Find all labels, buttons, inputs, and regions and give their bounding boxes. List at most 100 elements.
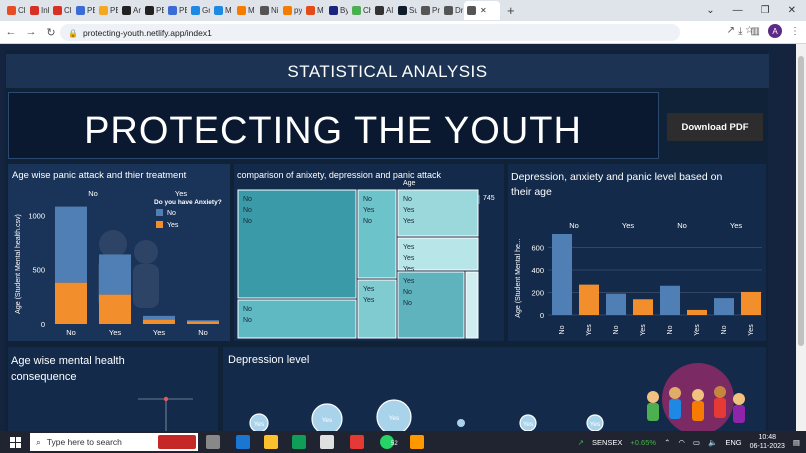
bar-segment-yes[interactable] (55, 282, 87, 324)
search-highlight-icon[interactable] (158, 435, 196, 449)
browser-tab[interactable]: Pr (418, 1, 440, 20)
browser-tab[interactable]: py (280, 1, 302, 20)
bar-segment-no[interactable] (187, 320, 219, 322)
back-icon[interactable]: ← (2, 26, 20, 38)
browser-tab[interactable]: Ni (257, 1, 279, 20)
browser-tab[interactable]: Su (395, 1, 417, 20)
browser-tab[interactable]: M (234, 1, 256, 20)
bar[interactable] (579, 284, 599, 315)
new-tab-button[interactable]: + (507, 3, 515, 18)
tray-chevron-icon[interactable]: ⌃ (664, 438, 670, 447)
bar[interactable] (552, 234, 572, 315)
bar[interactable] (741, 291, 761, 315)
search-icon: ⌕ (36, 436, 41, 447)
task-view-icon[interactable] (206, 435, 220, 449)
group-label: Yes (175, 189, 187, 198)
y-axis-label: Age (Student Mental he... (515, 238, 522, 317)
file-explorer-icon[interactable] (264, 435, 278, 449)
browser-tab[interactable]: M (211, 1, 233, 20)
minimize-button[interactable]: — (733, 5, 743, 16)
tab-favicon-icon (375, 6, 384, 15)
browser-tab[interactable]: ✕ (464, 1, 500, 20)
side-panel-icon[interactable]: ▥ (751, 26, 760, 37)
windows-start-icon[interactable] (0, 436, 30, 448)
close-window-button[interactable]: ✕ (788, 5, 796, 16)
chrome-icon[interactable] (350, 435, 364, 449)
profile-avatar[interactable]: A (768, 24, 782, 38)
share-icon[interactable]: ↗ (727, 25, 735, 36)
bar-segment-no[interactable] (143, 315, 175, 320)
browser-tab[interactable]: By (326, 1, 348, 20)
tab-search-icon[interactable]: ⌄ (706, 5, 714, 16)
tab-label: PE (110, 6, 118, 15)
tab-favicon-icon (306, 6, 315, 15)
browser-tab[interactable]: Dr (441, 1, 463, 20)
bar-segment-yes[interactable] (143, 319, 175, 324)
address-bar[interactable]: 🔒 protecting-youth.netlify.app/index1 (60, 24, 680, 41)
tab-favicon-icon (444, 6, 453, 15)
download-pdf-button[interactable]: Download PDF (667, 113, 763, 141)
browser-tab[interactable]: Al (372, 1, 394, 20)
menu-kebab-icon[interactable]: ⋮ (790, 26, 800, 37)
maximize-button[interactable]: ❐ (761, 5, 770, 16)
edge-icon[interactable] (292, 435, 306, 449)
browser-tab[interactable]: Ch (349, 1, 371, 20)
bar[interactable] (606, 293, 626, 315)
tab-label: M (225, 6, 232, 15)
reload-icon[interactable]: ↻ (42, 26, 60, 39)
x-tick-label: No (66, 328, 76, 337)
bar-segment-no[interactable] (99, 254, 131, 295)
mail-icon[interactable] (236, 435, 250, 449)
y-tick-label: 400 (531, 266, 544, 275)
y-tick-label: 500 (32, 266, 45, 275)
bar-segment-yes[interactable] (99, 294, 131, 324)
tab-label: PE (179, 6, 187, 15)
treemap-cell[interactable] (237, 189, 357, 299)
wifi-icon[interactable]: ◠ (678, 438, 685, 447)
notifications-icon[interactable]: ▤ (793, 438, 800, 447)
bubble-label: Yes (254, 421, 265, 428)
browser-tab[interactable]: PE (165, 1, 187, 20)
treemap-cell[interactable] (237, 299, 357, 339)
treemap-cell-label: No (403, 289, 412, 296)
browser-tab[interactable]: Ar (119, 1, 141, 20)
panic-attack-treatment-card: Age (Student Mental health.csv) 0 500 1000 N… (8, 164, 230, 341)
bar-segment-no[interactable] (55, 206, 87, 283)
browser-tab[interactable]: Cl (50, 1, 72, 20)
treemap-cell-label: No (243, 218, 252, 225)
volume-icon[interactable]: 🔈 (708, 438, 717, 447)
depression-level-card: Depression level Yes Yes Yes Yes Yes (223, 347, 766, 431)
download-icon[interactable]: ⤓ (738, 26, 742, 37)
bar[interactable] (660, 285, 680, 315)
close-tab-icon[interactable]: ✕ (480, 6, 487, 15)
bar-segment-yes[interactable] (187, 321, 219, 324)
language-indicator[interactable]: ENG (725, 438, 741, 447)
scrollbar-thumb[interactable] (798, 56, 804, 346)
forward-icon[interactable]: → (22, 26, 40, 38)
taskbar-clock[interactable]: 10:48 06-11-2023 (750, 433, 785, 451)
bar[interactable] (687, 309, 707, 315)
tab-favicon-icon (53, 6, 62, 15)
battery-icon[interactable]: ▭ (693, 438, 700, 447)
sensex-label[interactable]: SENSEX (592, 438, 622, 447)
tab-favicon-icon (260, 6, 269, 15)
treemap-cell[interactable] (357, 189, 397, 279)
x-tick-label: No (721, 325, 728, 334)
browser-tab[interactable]: Cl (4, 1, 26, 20)
bar[interactable] (714, 298, 734, 315)
browser-tab[interactable]: PE (96, 1, 118, 20)
bar[interactable] (633, 299, 653, 315)
browser-tab[interactable]: M (303, 1, 325, 20)
x-tick-label: Yes (586, 324, 593, 336)
treemap-cell[interactable] (465, 271, 479, 339)
browser-tab[interactable]: PE (73, 1, 95, 20)
page-scrollbar[interactable] (796, 44, 806, 431)
browser-tab[interactable]: PE (142, 1, 164, 20)
browser-tab[interactable]: Inl (27, 1, 49, 20)
treemap-cell-label: Yes (363, 286, 375, 293)
sublime-icon[interactable] (410, 435, 424, 449)
browser-tab[interactable]: Gr (188, 1, 210, 20)
depression-bubble-small[interactable] (457, 419, 465, 427)
store-icon[interactable] (320, 435, 334, 449)
tab-favicon-icon (99, 6, 108, 15)
